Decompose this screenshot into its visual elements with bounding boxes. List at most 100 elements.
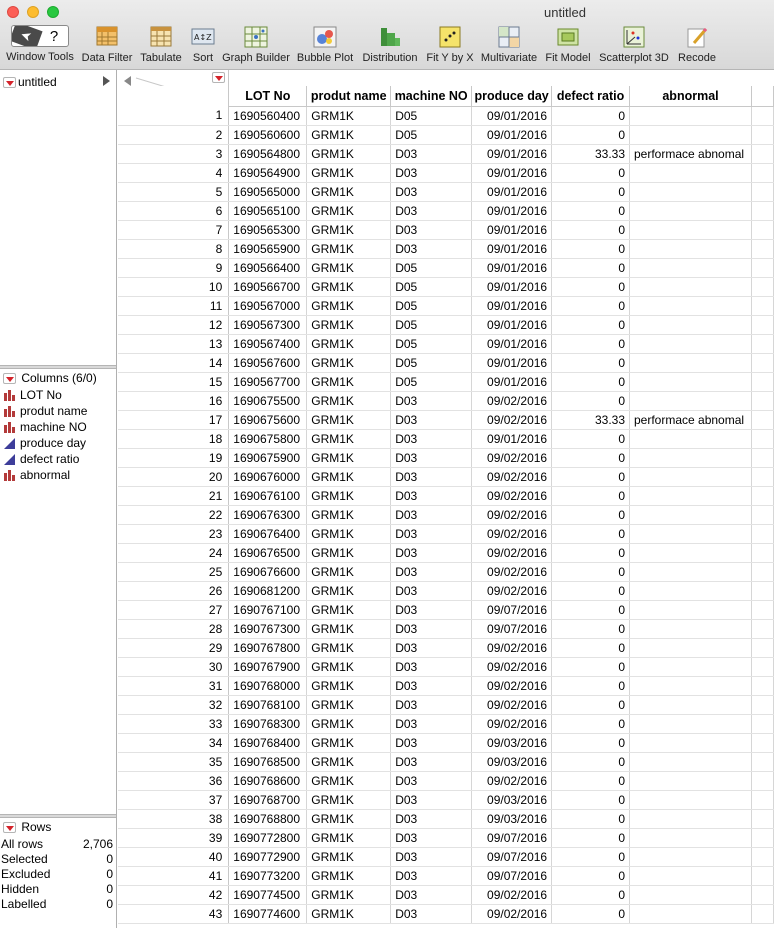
table-cell[interactable]: D03 — [390, 505, 473, 525]
table-cell[interactable]: 0 — [551, 524, 630, 544]
row-number[interactable]: 25 — [118, 562, 230, 582]
table-row[interactable]: 8 1690565900 GRM1K D03 09/01/2016 0 — [118, 239, 774, 259]
row-number[interactable]: 7 — [118, 220, 230, 240]
distribution-button[interactable]: Distribution — [359, 25, 421, 67]
table-cell[interactable]: 0 — [551, 296, 630, 316]
table-cell[interactable] — [629, 429, 752, 449]
table-cell[interactable]: 09/07/2016 — [471, 828, 553, 848]
table-row[interactable]: 4 1690564900 GRM1K D03 09/01/2016 0 — [118, 163, 774, 183]
table-cell[interactable]: 09/01/2016 — [471, 372, 553, 392]
table-cell[interactable]: GRM1K — [306, 543, 392, 563]
table-cell[interactable]: 1690567400 — [228, 334, 308, 354]
table-cell[interactable]: 09/01/2016 — [471, 258, 553, 278]
pointer-tool-icon[interactable]: ➤ — [12, 26, 43, 46]
table-cell[interactable]: 1690567600 — [228, 353, 308, 373]
table-cell[interactable]: 09/01/2016 — [471, 429, 553, 449]
table-cell[interactable]: 09/02/2016 — [471, 562, 553, 582]
table-cell[interactable]: D03 — [390, 391, 473, 411]
table-cell[interactable]: GRM1K — [306, 391, 392, 411]
table-row[interactable]: 26 1690681200 GRM1K D03 09/02/2016 0 — [118, 581, 774, 601]
column-header[interactable]: abnormal — [629, 86, 752, 107]
table-cell[interactable]: performace abnomal — [629, 410, 752, 430]
table-cell[interactable]: 1690567300 — [228, 315, 308, 335]
table-cell[interactable]: 0 — [551, 277, 630, 297]
row-number[interactable]: 36 — [118, 771, 230, 791]
table-cell[interactable]: 09/01/2016 — [471, 106, 553, 126]
table-cell[interactable]: D03 — [390, 239, 473, 259]
table-cell[interactable]: GRM1K — [306, 315, 392, 335]
row-number[interactable]: 17 — [118, 410, 230, 430]
table-cell[interactable] — [629, 904, 752, 924]
table-cell[interactable]: 0 — [551, 239, 630, 259]
table-row[interactable]: 1 1690560400 GRM1K D05 09/01/2016 0 — [118, 106, 774, 126]
table-row[interactable]: 9 1690566400 GRM1K D05 09/01/2016 0 — [118, 258, 774, 278]
row-number[interactable]: 18 — [118, 429, 230, 449]
table-row[interactable]: 40 1690772900 GRM1K D03 09/07/2016 0 — [118, 847, 774, 867]
table-cell[interactable]: 33.33 — [551, 144, 630, 164]
table-cell[interactable]: 0 — [551, 258, 630, 278]
data-filter-button[interactable]: Data Filter — [80, 25, 134, 67]
table-cell[interactable]: 09/03/2016 — [471, 809, 553, 829]
table-row[interactable]: 13 1690567400 GRM1K D05 09/01/2016 0 — [118, 334, 774, 354]
table-cell[interactable]: 09/02/2016 — [471, 638, 553, 658]
table-cell[interactable]: D05 — [390, 296, 473, 316]
table-cell[interactable]: 0 — [551, 828, 630, 848]
table-cell[interactable] — [629, 562, 752, 582]
row-number[interactable]: 9 — [118, 258, 230, 278]
table-cell[interactable]: GRM1K — [306, 505, 392, 525]
row-number[interactable]: 11 — [118, 296, 230, 316]
table-cell[interactable]: 0 — [551, 619, 630, 639]
column-list-item[interactable]: machine NO — [3, 420, 87, 436]
table-cell[interactable] — [629, 524, 752, 544]
table-row[interactable]: 16 1690675500 GRM1K D03 09/02/2016 0 — [118, 391, 774, 411]
table-cell[interactable]: 1690676100 — [228, 486, 308, 506]
row-number[interactable]: 43 — [118, 904, 230, 924]
table-row[interactable]: 5 1690565000 GRM1K D03 09/01/2016 0 — [118, 182, 774, 202]
table-cell[interactable] — [629, 657, 752, 677]
table-row[interactable]: 30 1690767900 GRM1K D03 09/02/2016 0 — [118, 657, 774, 677]
table-cell[interactable] — [629, 733, 752, 753]
table-cell[interactable]: 09/02/2016 — [471, 391, 553, 411]
row-number[interactable]: 28 — [118, 619, 230, 639]
row-number[interactable]: 35 — [118, 752, 230, 772]
table-cell[interactable]: GRM1K — [306, 334, 392, 354]
table-cell[interactable]: GRM1K — [306, 524, 392, 544]
table-cell[interactable]: 09/02/2016 — [471, 524, 553, 544]
table-cell[interactable]: 0 — [551, 695, 630, 715]
table-cell[interactable]: 1690681200 — [228, 581, 308, 601]
table-cell[interactable]: D03 — [390, 904, 473, 924]
table-cell[interactable] — [629, 239, 752, 259]
table-cell[interactable]: 0 — [551, 334, 630, 354]
row-number[interactable]: 24 — [118, 543, 230, 563]
table-cell[interactable]: 09/02/2016 — [471, 581, 553, 601]
columns-menu-icon[interactable] — [3, 373, 16, 385]
table-cell[interactable]: GRM1K — [306, 448, 392, 468]
table-row[interactable]: 42 1690774500 GRM1K D03 09/02/2016 0 — [118, 885, 774, 905]
row-number[interactable]: 29 — [118, 638, 230, 658]
table-cell[interactable]: 09/02/2016 — [471, 771, 553, 791]
table-row[interactable]: 6 1690565100 GRM1K D03 09/01/2016 0 — [118, 201, 774, 221]
table-cell[interactable]: D05 — [390, 372, 473, 392]
table-cell[interactable]: D03 — [390, 429, 473, 449]
table-cell[interactable]: GRM1K — [306, 581, 392, 601]
table-cell[interactable]: 0 — [551, 733, 630, 753]
table-cell[interactable]: 09/01/2016 — [471, 277, 553, 297]
table-cell[interactable]: 1690773200 — [228, 866, 308, 886]
table-menu-icon[interactable] — [3, 77, 16, 89]
table-cell[interactable]: D05 — [390, 106, 473, 126]
table-cell[interactable]: 09/07/2016 — [471, 619, 553, 639]
table-cell[interactable]: 1690566700 — [228, 277, 308, 297]
row-number[interactable]: 14 — [118, 353, 230, 373]
table-cell[interactable]: D03 — [390, 486, 473, 506]
table-cell[interactable] — [629, 790, 752, 810]
table-cell[interactable]: D03 — [390, 201, 473, 221]
tabulate-button[interactable]: Tabulate — [138, 25, 184, 67]
table-row[interactable]: 18 1690675800 GRM1K D03 09/01/2016 0 — [118, 429, 774, 449]
row-number[interactable]: 26 — [118, 581, 230, 601]
table-cell[interactable]: 0 — [551, 581, 630, 601]
table-cell[interactable]: 0 — [551, 657, 630, 677]
table-cell[interactable]: GRM1K — [306, 106, 392, 126]
table-cell[interactable]: D03 — [390, 714, 473, 734]
table-cell[interactable]: 1690772900 — [228, 847, 308, 867]
panel-splitter[interactable] — [0, 814, 116, 818]
